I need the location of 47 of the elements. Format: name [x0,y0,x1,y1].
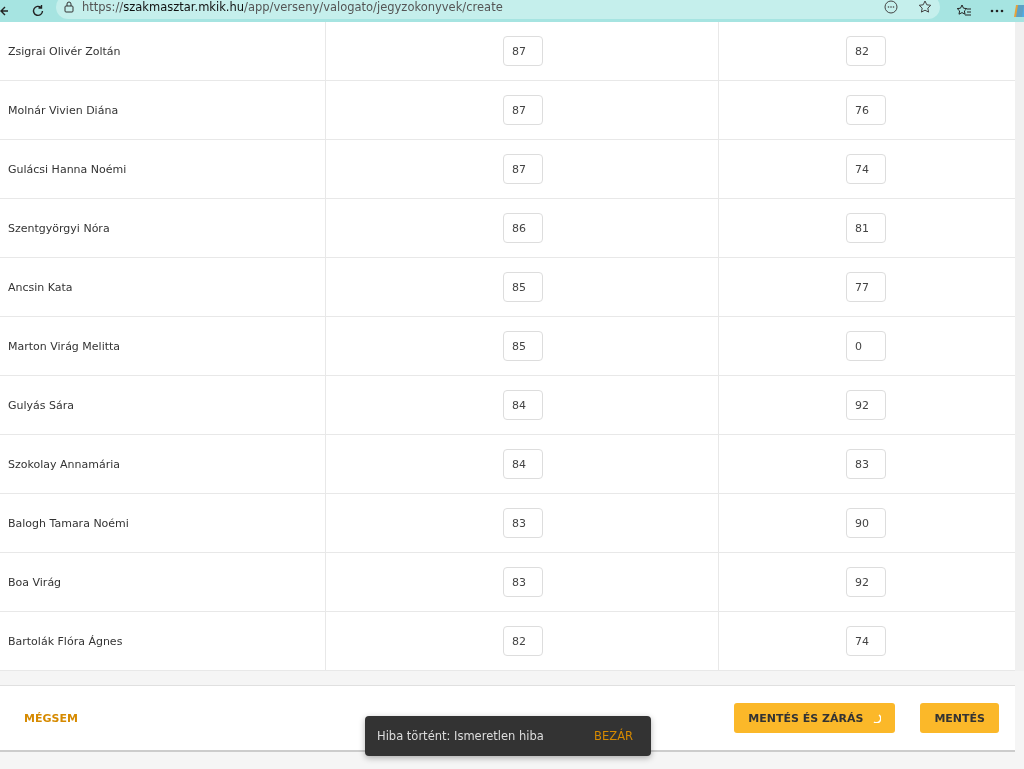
close-link[interactable]: BEZÁR [588,728,639,744]
student-name: Gulácsi Hanna Noémi [7,162,127,176]
score-input[interactable]: 87 [503,95,543,125]
score-input[interactable]: 84 [503,390,543,420]
lock-icon [64,1,74,13]
student-name: Ancsin Kata [7,280,73,294]
reload-icon[interactable] [31,4,45,18]
student-name: Szentgyörgyi Nóra [7,221,110,235]
student-name: Gulyás Sára [7,398,75,412]
score-input[interactable]: 0 [846,331,886,361]
url-text: https://szakmasztar.mkik.hu/app/verseny/valogato/jegyzokonyvek/create [82,0,504,14]
student-name: Balogh Tamara Noémi [7,516,129,530]
score-input[interactable]: 86 [503,213,543,243]
score-input[interactable]: 77 [846,272,886,302]
score-input[interactable]: 74 [846,626,886,656]
student-name: Boa Virág [7,575,62,589]
score-input[interactable]: 87 [503,36,543,66]
score-input[interactable]: 74 [846,154,886,184]
more-icon[interactable] [990,9,1004,13]
student-name: Marton Virág Melitta [7,339,121,353]
score-input[interactable]: 84 [503,449,543,479]
score-input[interactable]: 82 [846,36,886,66]
score-input[interactable]: 81 [846,213,886,243]
back-arrow-icon[interactable] [0,5,8,17]
address-bar[interactable]: https://szakmasztar.mkik.hu/app/verseny/valogato/jegyzokonyvek/create [56,0,940,19]
score-input[interactable]: 87 [503,154,543,184]
more-circle-icon[interactable] [884,0,898,14]
score-input[interactable]: 92 [846,567,886,597]
student-name: Szokolay Annamária [7,457,120,471]
score-input[interactable]: 85 [503,272,543,302]
score-input[interactable]: 90 [846,508,886,538]
score-input[interactable]: 92 [846,390,886,420]
score-input[interactable]: 85 [503,331,543,361]
score-input[interactable]: 82 [503,626,543,656]
scrollbar-track[interactable] [1015,22,1024,671]
save-button[interactable]: MENTÉS [920,703,999,733]
save-and-close-button[interactable]: MENTÉS ÉS ZÁRÁS [734,703,896,733]
student-name: Bartolák Flóra Ágnes [7,634,123,648]
star-icon[interactable] [918,0,932,14]
favorites-icon[interactable] [956,4,972,18]
toast-message: Hiba történt: Ismeretlen hiba [377,729,545,743]
score-input[interactable]: 76 [846,95,886,125]
score-input[interactable]: 83 [503,508,543,538]
student-name: Molnár Vivien Diána [7,103,119,117]
student-name: Zsigrai Olivér Zoltán [7,44,121,58]
score-input[interactable]: 83 [503,567,543,597]
score-input[interactable]: 83 [846,449,886,479]
